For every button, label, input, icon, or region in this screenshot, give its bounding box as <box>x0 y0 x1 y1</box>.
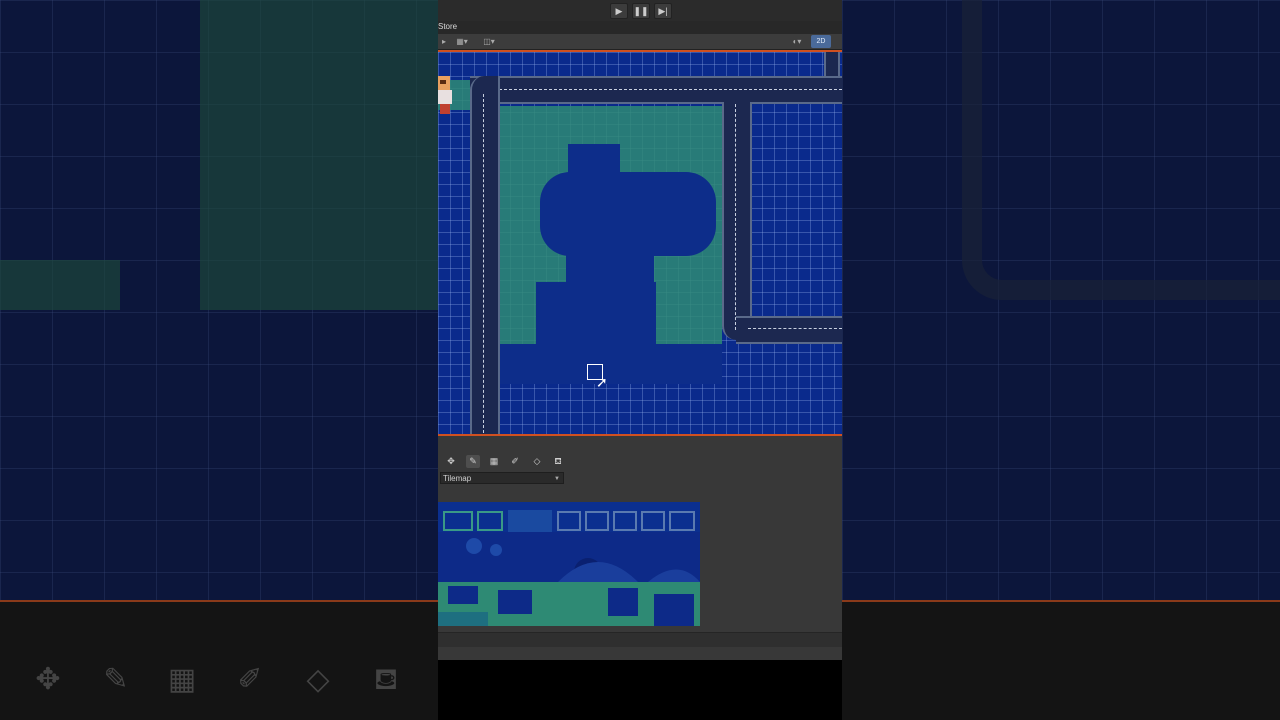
chevron-down-icon: ▼ <box>554 476 560 482</box>
blurred-grass <box>0 260 120 310</box>
pause-icon: ❚❚ <box>633 6 649 16</box>
blurred-picker-icon: ✐ <box>237 663 263 696</box>
blurred-grass <box>200 0 438 310</box>
black-bar <box>438 660 842 720</box>
fill-icon[interactable]: ⛾ <box>551 455 565 468</box>
tree-shape <box>568 144 620 174</box>
road-lane-marking <box>748 328 842 329</box>
move-icon[interactable]: ✥ <box>444 455 458 468</box>
mode-2d-button[interactable]: 2D <box>811 35 831 48</box>
view-options-icon[interactable]: ◫▾ <box>478 36 500 47</box>
sidebar-toggle-icon[interactable]: ▸ <box>440 36 448 47</box>
pause-button[interactable]: ❚❚ <box>632 3 650 19</box>
play-icon: ▶ <box>615 6 623 16</box>
scene-view[interactable]: ➚ <box>438 50 842 436</box>
palette-footer <box>438 632 842 647</box>
blurred-road <box>962 0 1280 300</box>
tree-shape <box>536 282 656 352</box>
blurred-background-right <box>842 0 1280 720</box>
blurred-background-left: ✥ ✎ ▦ ✐ ◇ ⛾ <box>0 0 438 720</box>
road-lane-marking <box>484 89 842 90</box>
blurred-brush-icon: ✎ <box>103 663 129 696</box>
tile-palette-image <box>438 502 700 626</box>
eraser-icon[interactable]: ◇ <box>530 455 544 468</box>
blurred-move-icon: ✥ <box>35 663 61 696</box>
player-sprite[interactable] <box>438 76 452 116</box>
road-bottom-right <box>736 316 842 344</box>
brush-icon[interactable]: ✎ <box>466 455 480 468</box>
unity-editor-window: ▶ ❚❚ ▶| Store ▸ ▦▾ ◫▾ ◐▾ 2D ➚ ✥ ✎ ▦ ✐ ◇ … <box>438 0 842 720</box>
road-left <box>470 76 500 434</box>
active-tilemap-select[interactable]: Tilemap ▼ <box>440 472 564 484</box>
grid-icon[interactable]: ▦▾ <box>452 36 472 47</box>
active-tilemap-value: Tilemap <box>443 474 472 483</box>
mouse-cursor-icon: ➚ <box>596 374 608 390</box>
play-controls-bar: ▶ ❚❚ ▶| <box>438 0 842 21</box>
road-right <box>722 102 752 340</box>
tile-palette-panel: ✥ ✎ ▦ ✐ ◇ ⛾ Tilemap ▼ <box>438 450 842 647</box>
blurred-box-fill-icon: ▦ <box>167 663 197 696</box>
tile-palette-grid[interactable] <box>438 502 700 626</box>
road-top-right <box>824 52 840 76</box>
play-button[interactable]: ▶ <box>610 3 628 19</box>
blurred-eraser-icon: ◇ <box>306 663 330 696</box>
picker-icon[interactable]: ✐ <box>508 455 522 468</box>
box-fill-icon[interactable]: ▦ <box>487 455 501 468</box>
blurred-fill-icon: ⛾ <box>373 663 399 696</box>
scene-tab-bar: Store <box>438 21 842 34</box>
tree-shape <box>540 172 716 256</box>
road-lane-marking <box>735 104 736 330</box>
blurred-toolbar-area <box>842 602 1280 720</box>
step-button[interactable]: ▶| <box>654 3 672 19</box>
scene-toolbar: ▸ ▦▾ ◫▾ ◐▾ 2D <box>438 34 842 50</box>
scene-tab-title[interactable]: Store <box>438 22 457 31</box>
render-mode-icon[interactable]: ◐▾ <box>786 36 808 47</box>
water-area <box>500 344 722 384</box>
road-top <box>470 76 842 104</box>
road-lane-marking <box>483 94 484 434</box>
step-icon: ▶| <box>658 6 668 16</box>
